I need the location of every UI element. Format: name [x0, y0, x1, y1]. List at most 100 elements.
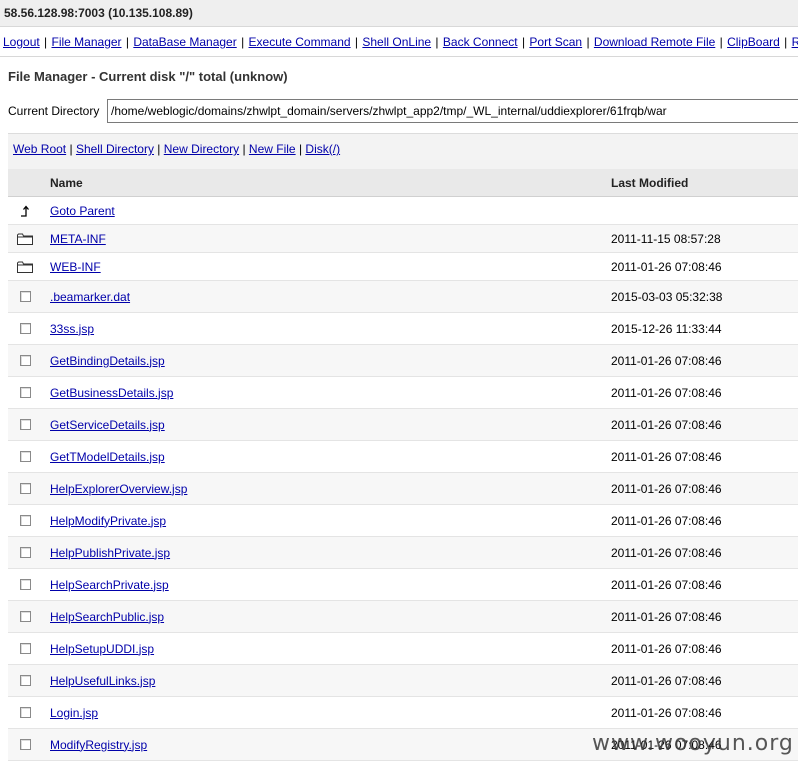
last-modified-cell: 2011-01-26 07:08:46 — [611, 545, 722, 560]
file-checkbox[interactable] — [16, 601, 34, 632]
file-checkbox[interactable] — [16, 697, 34, 728]
file-link[interactable]: HelpModifyPrivate.jsp — [50, 514, 166, 528]
checkbox-box[interactable] — [19, 419, 31, 430]
name-cell: 33ss.jsp — [50, 313, 94, 344]
header-last-modified: Last Modified — [611, 175, 689, 190]
shortcut-bar: Web Root | Shell Directory | New Directo… — [8, 133, 798, 169]
file-link[interactable]: HelpSearchPublic.jsp — [50, 610, 164, 624]
file-link[interactable]: HelpSetupUDDI.jsp — [50, 642, 154, 656]
menu-link-execute-command[interactable]: Execute Command — [249, 35, 351, 49]
up-arrow-icon — [16, 197, 34, 224]
file-link[interactable]: GetBusinessDetails.jsp — [50, 386, 173, 400]
menu-link-re[interactable]: Re — [792, 35, 798, 49]
name-cell: HelpSearchPublic.jsp — [50, 601, 164, 632]
last-modified-cell: 2011-01-26 07:08:46 — [611, 577, 722, 592]
menu-separator: | — [432, 35, 442, 49]
checkbox-box[interactable] — [19, 739, 31, 750]
name-cell: HelpSearchPrivate.jsp — [50, 569, 169, 600]
menu-link-file-manager[interactable]: File Manager — [52, 35, 122, 49]
host-bar: 58.56.128.98:7003 (10.135.108.89) — [0, 0, 798, 27]
shortcut-link-web-root[interactable]: Web Root — [13, 142, 66, 156]
file-link[interactable]: HelpUsefulLinks.jsp — [50, 674, 155, 688]
folder-row: META-INF 2011-11-15 08:57:28 — [8, 225, 798, 253]
file-checkbox[interactable] — [16, 409, 34, 440]
file-link[interactable]: GetBindingDetails.jsp — [50, 354, 165, 368]
file-checkbox[interactable] — [16, 313, 34, 344]
file-row: HelpUsefulLinks.jsp 2011-01-26 07:08:46 — [8, 665, 798, 697]
last-modified-cell: 2011-01-26 07:08:46 — [611, 609, 722, 624]
shortcut-separator: | — [239, 142, 249, 156]
table-header: Name Last Modified — [8, 169, 798, 197]
folder-link[interactable]: META-INF — [50, 232, 106, 246]
name-cell: GetBindingDetails.jsp — [50, 345, 165, 376]
file-checkbox[interactable] — [16, 505, 34, 536]
shortcut-link-shell-directory[interactable]: Shell Directory — [76, 142, 154, 156]
file-link[interactable]: GetTModelDetails.jsp — [50, 450, 165, 464]
last-modified-cell: 2011-01-26 07:08:46 — [611, 513, 722, 528]
checkbox-box[interactable] — [19, 675, 31, 686]
parent-row: Goto Parent — [8, 197, 798, 225]
name-cell: GetTModelDetails.jsp — [50, 441, 165, 472]
menu-link-database-manager[interactable]: DataBase Manager — [133, 35, 236, 49]
file-checkbox[interactable] — [16, 441, 34, 472]
file-checkbox[interactable] — [16, 281, 34, 312]
file-link[interactable]: HelpSearchPrivate.jsp — [50, 578, 169, 592]
file-row: HelpSearchPublic.jsp 2011-01-26 07:08:46 — [8, 601, 798, 633]
file-table: Name Last Modified Goto Parent META-INF 20… — [8, 169, 798, 761]
checkbox-box[interactable] — [19, 323, 31, 334]
menu-link-back-connect[interactable]: Back Connect — [443, 35, 518, 49]
shortcut-links: Web Root | Shell Directory | New Directo… — [13, 142, 340, 156]
checkbox-box[interactable] — [19, 515, 31, 526]
checkbox-box[interactable] — [19, 547, 31, 558]
shortcut-link-new-file[interactable]: New File — [249, 142, 296, 156]
current-directory-input[interactable] — [107, 99, 798, 123]
file-checkbox[interactable] — [16, 665, 34, 696]
menu-separator: | — [716, 35, 727, 49]
file-checkbox[interactable] — [16, 377, 34, 408]
menu-separator: | — [518, 35, 529, 49]
file-link[interactable]: 33ss.jsp — [50, 322, 94, 336]
file-link[interactable]: GetServiceDetails.jsp — [50, 418, 165, 432]
file-link[interactable]: HelpPublishPrivate.jsp — [50, 546, 170, 560]
menu-link-clipboard[interactable]: ClipBoard — [727, 35, 780, 49]
checkbox-box[interactable] — [19, 291, 31, 302]
checkbox-box[interactable] — [19, 355, 31, 366]
file-checkbox[interactable] — [16, 569, 34, 600]
name-cell: Login.jsp — [50, 697, 98, 728]
file-checkbox[interactable] — [16, 633, 34, 664]
menu-link-download-remote-file[interactable]: Download Remote File — [594, 35, 715, 49]
shortcut-separator: | — [66, 142, 76, 156]
header-name: Name — [50, 175, 83, 190]
last-modified-cell: 2011-01-26 07:08:46 — [611, 449, 722, 464]
checkbox-box[interactable] — [19, 579, 31, 590]
file-link[interactable]: ModifyRegistry.jsp — [50, 738, 147, 752]
file-row: HelpExplorerOverview.jsp 2011-01-26 07:08… — [8, 473, 798, 505]
checkbox-box[interactable] — [19, 387, 31, 398]
checkbox-box[interactable] — [19, 451, 31, 462]
file-checkbox[interactable] — [16, 537, 34, 568]
host-address: 58.56.128.98:7003 (10.135.108.89) — [4, 6, 193, 20]
file-checkbox[interactable] — [16, 729, 34, 760]
last-modified-cell: 2011-01-26 07:08:46 — [611, 417, 722, 432]
file-row: .beamarker.dat 2015-03-03 05:32:38 — [8, 281, 798, 313]
checkbox-box[interactable] — [19, 643, 31, 654]
file-link[interactable]: .beamarker.dat — [50, 290, 130, 304]
checkbox-box[interactable] — [19, 707, 31, 718]
shortcut-link-disk[interactable]: Disk(/) — [305, 142, 340, 156]
file-link[interactable]: Login.jsp — [50, 706, 98, 720]
shortcut-link-new-directory[interactable]: New Directory — [164, 142, 239, 156]
last-modified-cell: 2011-01-26 07:08:46 — [611, 705, 722, 720]
menu-link-shell-online[interactable]: Shell OnLine — [362, 35, 431, 49]
last-modified-cell: 2011-01-26 07:08:46 — [611, 385, 722, 400]
file-link[interactable]: HelpExplorerOverview.jsp — [50, 482, 187, 496]
menu-link-port-scan[interactable]: Port Scan — [529, 35, 582, 49]
folder-link[interactable]: WEB-INF — [50, 260, 101, 274]
name-cell: Goto Parent — [50, 197, 115, 224]
checkbox-box[interactable] — [19, 483, 31, 494]
file-checkbox[interactable] — [16, 473, 34, 504]
menu-separator: | — [40, 35, 51, 49]
goto-parent-link[interactable]: Goto Parent — [50, 204, 115, 218]
checkbox-box[interactable] — [19, 611, 31, 622]
menu-link-logout[interactable]: Logout — [3, 35, 40, 49]
file-checkbox[interactable] — [16, 345, 34, 376]
